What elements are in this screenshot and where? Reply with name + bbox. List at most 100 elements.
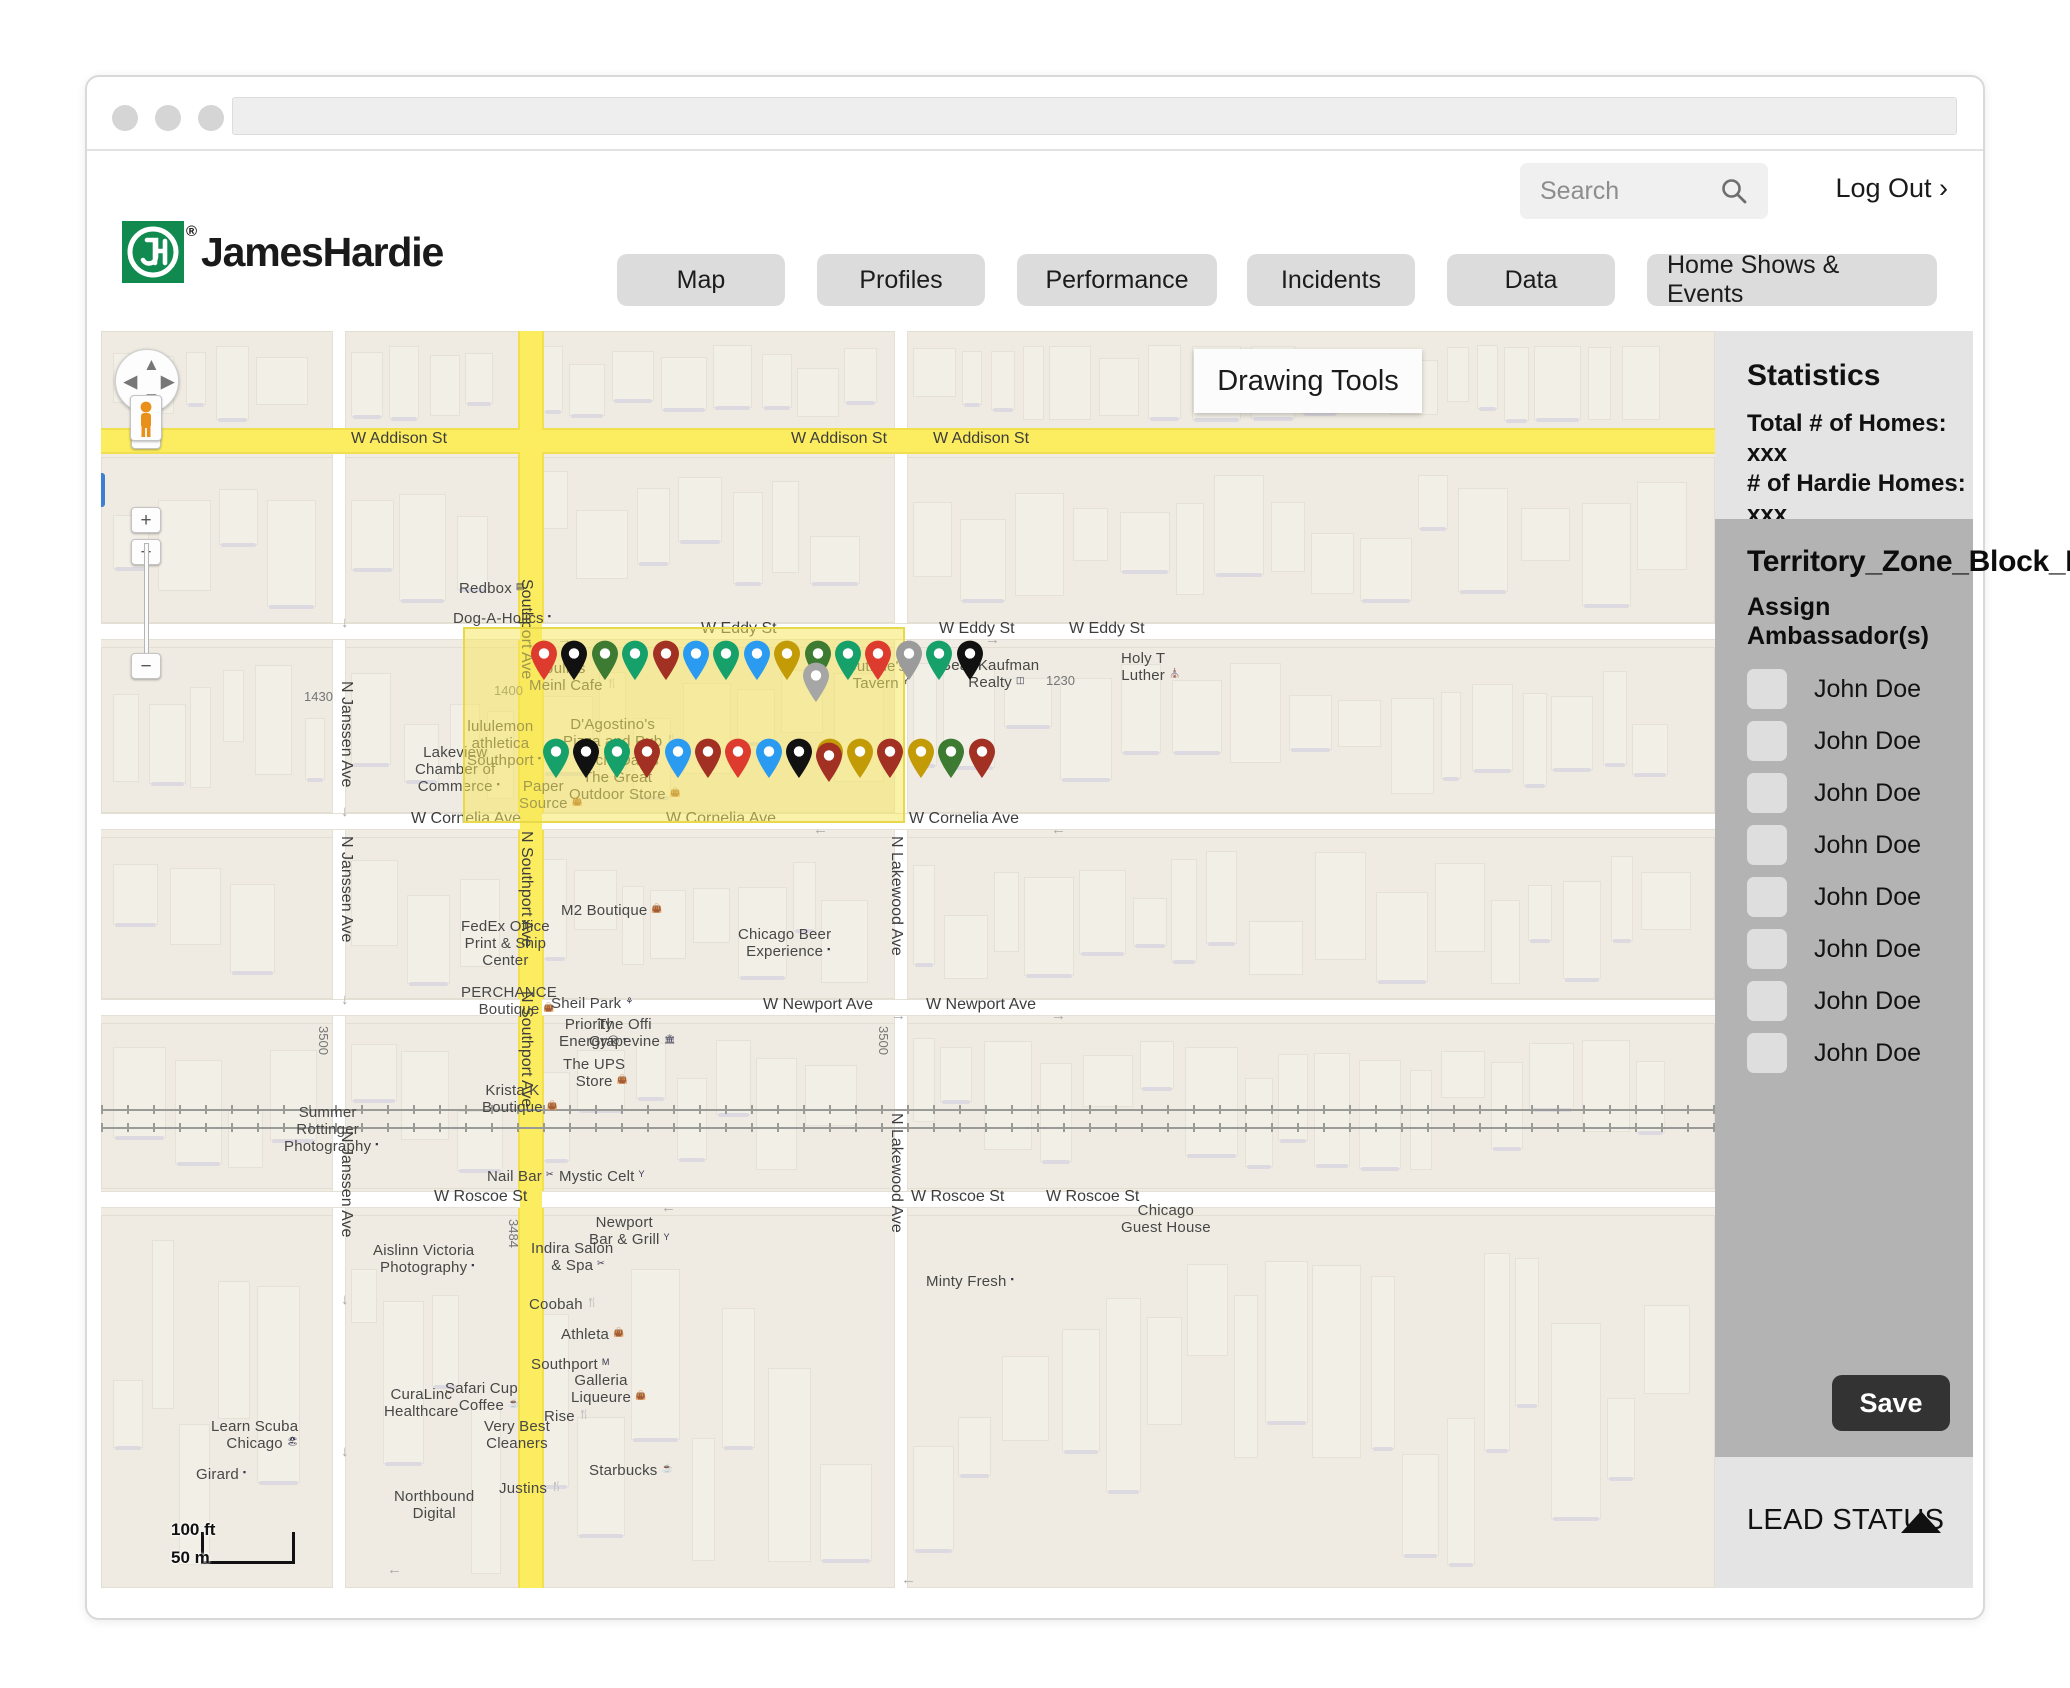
map-pin[interactable] [801,661,831,703]
search-box[interactable] [1520,163,1768,219]
map-pin[interactable] [875,737,905,779]
map-pin[interactable] [742,639,772,681]
map-pin[interactable] [936,737,966,779]
map-canvas[interactable]: ↓↓↓↓↓→→←←→→←←←W Addison StW Addison StW … [101,331,1715,1588]
ambassador-row[interactable]: John Doe [1747,1027,1973,1079]
map-pin[interactable] [559,639,589,681]
map-pin[interactable] [863,639,893,681]
ambassador-checkbox[interactable] [1747,721,1787,761]
ambassador-row[interactable]: John Doe [1747,819,1973,871]
map-poi[interactable]: Redbox▤ [459,581,512,598]
map-poi[interactable]: Coobah🍴 [529,1297,583,1314]
map-poi[interactable]: The Offi Grapevine🏛 [589,1017,660,1051]
map-poi[interactable]: Very Best Cleaners [484,1419,550,1453]
map-pin[interactable] [693,737,723,779]
map-poi[interactable]: Chicago Beer Experience▪ [738,927,831,961]
nav-tab-home-shows-events[interactable]: Home Shows & Events [1647,254,1937,306]
map-poi[interactable]: Mystic CeltΥ [559,1169,635,1186]
nav-tab-incidents[interactable]: Incidents [1247,254,1415,306]
pan-left-icon[interactable]: ◀ [124,373,137,390]
map-zoom-out-button[interactable]: − [131,653,161,679]
map-poi[interactable]: Nail Bar✂ [487,1169,542,1186]
ambassador-checkbox[interactable] [1747,981,1787,1021]
url-bar[interactable] [232,97,1957,135]
map-pin[interactable] [541,737,571,779]
map-pin[interactable] [602,737,632,779]
street-w-addison-st[interactable] [101,430,1715,452]
ambassador-row[interactable]: John Doe [1747,663,1973,715]
street-n-lakewood-ave[interactable] [894,331,908,1588]
map-pin[interactable] [711,639,741,681]
map-poi[interactable]: Chicago Guest House [1121,1203,1211,1237]
chevron-up-icon[interactable] [1901,1511,1941,1533]
map-poi[interactable]: Krista K Boutique👜 [482,1083,543,1117]
ambassador-checkbox[interactable] [1747,877,1787,917]
map-poi[interactable]: Learn Scuba Chicago🏖 [211,1419,298,1453]
map-pin[interactable] [590,639,620,681]
pan-right-icon[interactable]: ▶ [161,373,174,390]
lead-status-section[interactable]: LEAD STATUS [1715,1457,1973,1588]
ambassador-checkbox[interactable] [1747,1033,1787,1073]
pan-up-icon[interactable]: ▲ [143,356,160,373]
map-side-tab[interactable] [101,473,105,507]
map-pin[interactable] [784,737,814,779]
search-icon[interactable] [1720,177,1748,210]
map-pin[interactable] [663,737,693,779]
map-poi[interactable]: Minty Fresh▪ [926,1274,1007,1291]
map-poi[interactable]: Girard▪ [196,1467,239,1484]
map-pin[interactable] [906,737,936,779]
nav-tab-data[interactable]: Data [1447,254,1615,306]
map-poi[interactable]: Aislinn Victoria Photography▪ [373,1243,474,1277]
ambassador-row[interactable]: John Doe [1747,715,1973,767]
map-pin[interactable] [814,741,844,783]
map-pin[interactable] [845,737,875,779]
map-poi[interactable]: Justins🍴 [499,1481,547,1498]
map-pin[interactable] [772,639,802,681]
map-poi[interactable]: Northbound Digital [394,1489,474,1523]
map-poi[interactable]: Summer Rottinger Photography▪ [284,1105,371,1155]
map-poi[interactable]: Dog-A-Holics▪ [453,611,544,628]
window-close-dot[interactable] [112,105,138,131]
search-input[interactable] [1540,163,1695,219]
map-poi[interactable]: CuraLinc Healthcare [384,1387,459,1421]
ambassador-row[interactable]: John Doe [1747,975,1973,1027]
map-pin[interactable] [894,639,924,681]
map-poi[interactable]: Sheil Park⚘ [551,996,621,1013]
drawing-tools-button[interactable]: Drawing Tools [1194,349,1422,413]
map-poi[interactable]: PERCHANCE Boutique👜 [461,985,557,1019]
nav-tab-profiles[interactable]: Profiles [817,254,985,306]
window-minimize-dot[interactable] [155,105,181,131]
map-poi[interactable]: FedEx Office Print & Ship Center [461,919,550,969]
map-pin[interactable] [833,639,863,681]
map-zoom-in-button[interactable]: + [131,507,161,533]
map-poi[interactable]: M2 Boutique👜 [561,903,647,920]
map-pin[interactable] [529,639,559,681]
ambassador-checkbox[interactable] [1747,929,1787,969]
map-poi[interactable]: Starbucks☕ [589,1463,658,1480]
map-poi[interactable]: Athleta👜 [561,1327,609,1344]
nav-tab-map[interactable]: Map [617,254,785,306]
ambassador-row[interactable]: John Doe [1747,767,1973,819]
ambassador-row[interactable]: John Doe [1747,871,1973,923]
map-pin[interactable] [924,639,954,681]
ambassador-checkbox[interactable] [1747,825,1787,865]
map-pin[interactable] [723,737,753,779]
map-poi[interactable]: Galleria Liqueure👜 [571,1373,631,1407]
map-pin[interactable] [681,639,711,681]
ambassador-checkbox[interactable] [1747,669,1787,709]
nav-tab-performance[interactable]: Performance [1017,254,1217,306]
map-poi[interactable]: Holy T Luther⛪ [1121,651,1165,685]
map-pin[interactable] [632,737,662,779]
map-pin[interactable] [651,639,681,681]
map-pin[interactable] [620,639,650,681]
ambassador-row[interactable]: John Doe [1747,923,1973,975]
street-n-janssen-ave[interactable] [332,331,346,1588]
window-maximize-dot[interactable] [198,105,224,131]
ambassador-checkbox[interactable] [1747,773,1787,813]
map-pin[interactable] [955,639,985,681]
map-pin[interactable] [754,737,784,779]
map-pin[interactable] [967,737,997,779]
map-poi[interactable]: Indira Salon & Spa✂ [531,1241,613,1275]
logout-link[interactable]: Log Out › [1835,173,1948,204]
map-zoom-track[interactable] [144,543,149,655]
